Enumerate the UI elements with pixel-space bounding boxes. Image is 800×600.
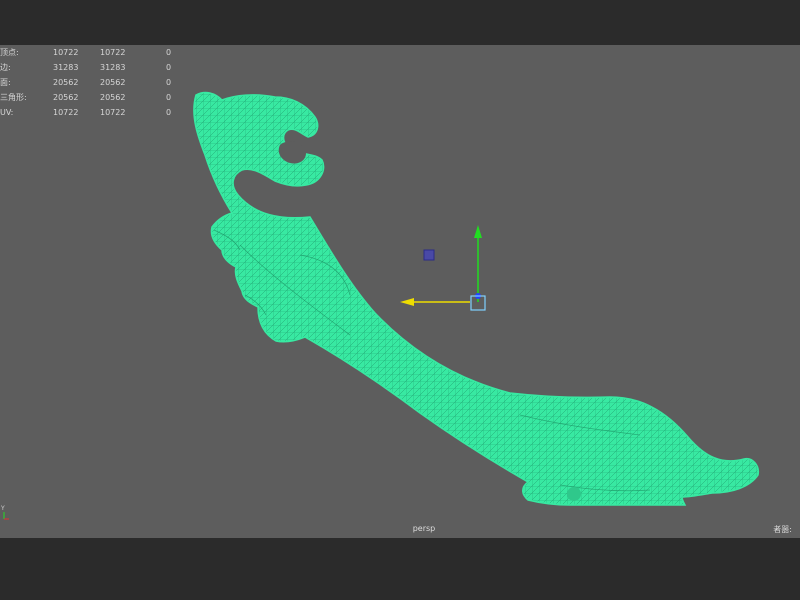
hud-label: 三角形: bbox=[0, 93, 27, 102]
hud-value: 10722 bbox=[53, 48, 79, 57]
hud-row-uvs: UV: 10722 10722 0 bbox=[0, 105, 200, 120]
hud-value: 31283 bbox=[53, 63, 79, 72]
axis-indicator-label: Y bbox=[0, 505, 5, 512]
viewport-right-label: 者噐: bbox=[773, 525, 792, 534]
hud-row-faces: 面: 20562 20562 0 bbox=[0, 75, 200, 90]
hud-value: 20562 bbox=[100, 78, 126, 87]
poly-count-hud: 顶点: 10722 10722 0 边: 31283 31283 0 面: 20… bbox=[0, 45, 200, 120]
hud-label: 面: bbox=[0, 78, 11, 87]
hud-value: 20562 bbox=[53, 93, 79, 102]
hud-value: 0 bbox=[166, 78, 172, 87]
hud-row-edges: 边: 31283 31283 0 bbox=[0, 60, 200, 75]
hud-label: 顶点: bbox=[0, 48, 19, 57]
hud-label: 边: bbox=[0, 63, 11, 72]
hud-value: 0 bbox=[166, 63, 172, 72]
hud-value: 0 bbox=[166, 108, 172, 117]
hud-label: UV: bbox=[0, 108, 14, 117]
top-bar bbox=[0, 0, 800, 45]
hud-value: 20562 bbox=[53, 78, 79, 87]
mesh-body[interactable] bbox=[193, 91, 760, 506]
move-tool-manipulator-icon[interactable] bbox=[400, 225, 486, 311]
hud-row-vertices: 顶点: 10722 10722 0 bbox=[0, 45, 200, 60]
wireframe-mesh[interactable] bbox=[193, 91, 760, 506]
hud-value: 10722 bbox=[53, 108, 79, 117]
bottom-bar bbox=[0, 538, 800, 600]
hud-value: 0 bbox=[166, 93, 172, 102]
hud-value: 31283 bbox=[100, 63, 126, 72]
camera-name-label: persp bbox=[412, 524, 436, 533]
hud-row-triangles: 三角形: 20562 20562 0 bbox=[0, 90, 200, 105]
plane-handle-icon[interactable] bbox=[423, 249, 435, 261]
axis-indicator-icon: Y bbox=[0, 505, 9, 520]
mesh-bump bbox=[567, 487, 581, 501]
hud-value: 10722 bbox=[100, 108, 126, 117]
hud-value: 10722 bbox=[100, 48, 126, 57]
x-axis-arrow-icon[interactable] bbox=[400, 298, 414, 306]
hud-value: 20562 bbox=[100, 93, 126, 102]
hud-value: 0 bbox=[166, 48, 172, 57]
perspective-viewport[interactable]: 顶点: 10722 10722 0 边: 31283 31283 0 面: 20… bbox=[0, 45, 800, 538]
y-axis-arrow-icon[interactable] bbox=[474, 225, 482, 238]
